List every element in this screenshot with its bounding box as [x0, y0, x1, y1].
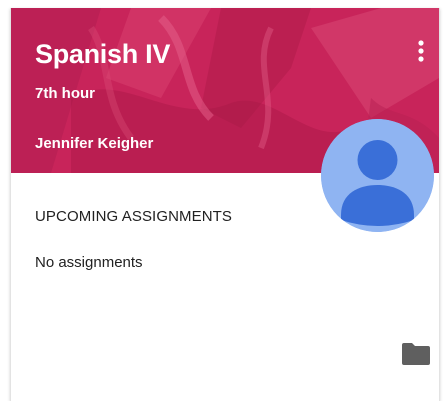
teacher-name: Jennifer Keigher — [35, 135, 154, 152]
more-options-button[interactable] — [411, 38, 431, 66]
upcoming-assignments-heading: UPCOMING ASSIGNMENTS — [35, 208, 233, 225]
class-section: 7th hour — [35, 85, 95, 102]
teacher-avatar — [321, 119, 434, 232]
class-card: Spanish IV 7th hour Jennifer Keigher UPC… — [10, 8, 440, 401]
more-vert-icon — [418, 40, 424, 62]
no-assignments-text: No assignments — [35, 254, 143, 271]
person-avatar-icon — [321, 119, 434, 232]
folder-icon — [402, 343, 430, 365]
class-title-link[interactable]: Spanish IV — [35, 39, 170, 69]
page: Spanish IV 7th hour Jennifer Keigher UPC… — [0, 0, 448, 401]
open-class-folder-button[interactable] — [401, 342, 431, 366]
